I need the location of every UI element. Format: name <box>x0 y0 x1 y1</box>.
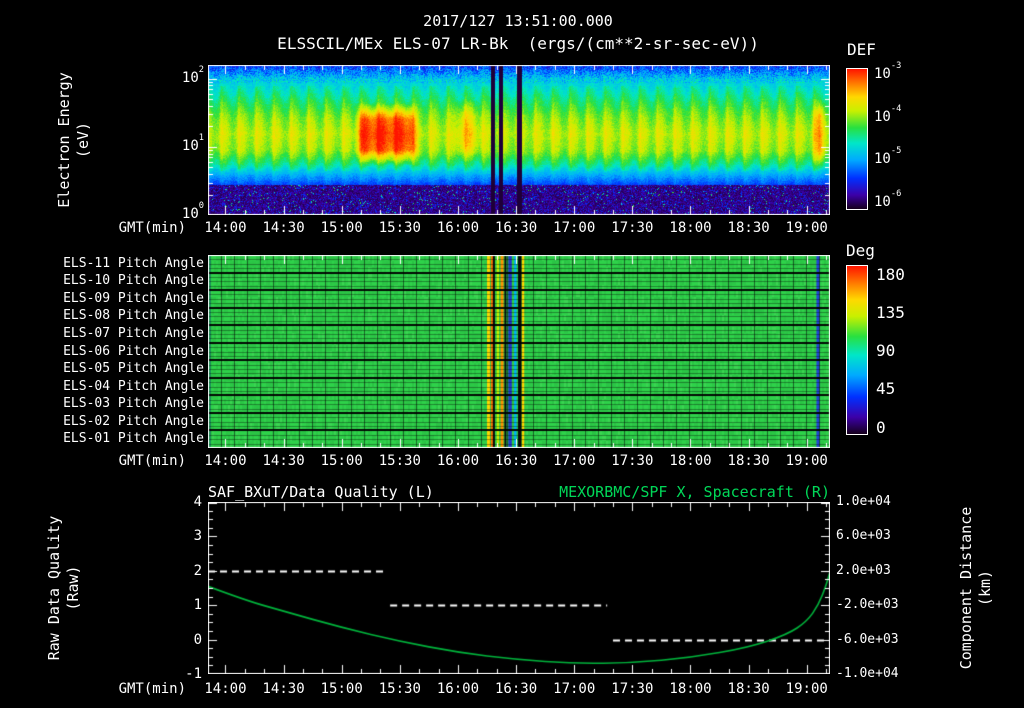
timestamp-title: 2017/127 13:51:00.000 <box>423 12 613 30</box>
time-tick-label: 19:00 <box>785 453 828 469</box>
quality-tick-label: -1 <box>185 666 202 682</box>
energy-tick-label: 100 <box>181 201 204 222</box>
quality-tick-label: 2 <box>193 562 202 579</box>
pitch-row-label: ELS-07 Pitch Angle <box>63 325 204 341</box>
def-scale-label: 10-5 <box>874 146 902 168</box>
time-tick-label: 17:00 <box>553 681 596 697</box>
time-tick-label: 17:00 <box>553 220 596 236</box>
pitch-angle-heatmap <box>208 255 830 448</box>
time-tick-label: 15:00 <box>320 681 363 697</box>
time-tick-label: 16:00 <box>436 681 480 697</box>
time-tick-label: 16:30 <box>495 453 538 469</box>
time-tick-label: 16:00 <box>436 453 480 469</box>
pitch-row-label: ELS-03 Pitch Angle <box>63 396 204 412</box>
def-scale-label: 10-3 <box>874 61 902 83</box>
quality-tick-label: 4 <box>193 494 202 510</box>
quality-tick-label: 1 <box>193 597 202 614</box>
def-colorbar-title: DEF <box>847 40 876 59</box>
time-tick-label: 18:30 <box>727 681 770 697</box>
distance-axis-title-text: Component Distance <box>957 506 975 670</box>
time-tick-label: 14:00 <box>204 453 247 469</box>
def-scale-label-exponent: -5 <box>890 146 902 157</box>
distance-tick-label: -2.0e+03 <box>836 597 899 613</box>
electron-energy-spectrogram <box>208 65 830 215</box>
quality-plot-title: SAF_BXuT/Data Quality (L) <box>208 483 434 501</box>
pitch-row-label: ELS-01 Pitch Angle <box>63 431 204 447</box>
pitch-row-label: ELS-04 Pitch Angle <box>63 378 204 394</box>
pitch-row-label: ELS-10 Pitch Angle <box>63 273 204 289</box>
time-tick-label: 15:30 <box>378 681 421 697</box>
def-scale-label-exponent: -3 <box>890 61 902 72</box>
time-tick-label: 17:00 <box>553 453 596 469</box>
def-scale-label: 10-4 <box>874 103 902 125</box>
pitch-row-label: ELS-05 Pitch Angle <box>63 361 204 377</box>
gmt-axis-caption: GMT(min) <box>118 220 186 236</box>
energy-tick-label: 102 <box>181 64 204 86</box>
time-tick-label: 17:30 <box>611 220 654 236</box>
time-tick-label: 18:00 <box>669 681 712 697</box>
time-tick-label: 18:30 <box>727 220 770 236</box>
energy-tick-label-exponent: 1 <box>198 132 204 143</box>
gmt-axis-caption: GMT(min) <box>118 681 186 697</box>
deg-colorbar <box>846 265 868 435</box>
time-tick-label: 18:00 <box>669 453 712 469</box>
energy-tick-label-exponent: 0 <box>198 201 204 212</box>
tplot-window: 2017/127 13:51:00.000 ELSSCIL/MEx ELS-07… <box>0 0 1024 708</box>
spacecraft-plot-title: MEXORBMC/SPF X, Spacecraft (R) <box>559 483 830 501</box>
time-tick-label: 15:30 <box>378 220 421 236</box>
energy-axis-title-text: Electron Energy <box>55 72 73 208</box>
time-tick-label: 14:00 <box>204 220 247 236</box>
deg-scale-label: 90 <box>876 341 896 360</box>
def-scale-label-exponent: -6 <box>890 188 902 199</box>
time-tick-label: 17:30 <box>611 453 654 469</box>
distance-axis-title-unit: (km) <box>976 569 994 607</box>
quality-axis-title-text: Raw Data Quality <box>45 515 63 661</box>
time-tick-label: 18:00 <box>669 220 712 236</box>
time-tick-label: 15:00 <box>320 453 363 469</box>
quality-distance-plot <box>208 502 830 674</box>
pitch-row-label: ELS-06 Pitch Angle <box>63 343 204 359</box>
time-tick-label: 15:30 <box>378 453 421 469</box>
time-tick-label: 16:30 <box>495 220 538 236</box>
time-tick-label: 19:00 <box>785 220 828 236</box>
time-tick-label: 17:30 <box>611 681 654 697</box>
energy-tick-label-exponent: 2 <box>198 64 204 75</box>
time-tick-label: 14:00 <box>204 681 247 697</box>
deg-scale-label: 0 <box>876 417 886 437</box>
distance-tick-label: -1.0e+04 <box>836 666 899 681</box>
deg-scale-label: 135 <box>876 302 905 322</box>
quality-tick-label: 3 <box>193 528 202 545</box>
time-tick-label: 15:00 <box>320 220 363 236</box>
quality-axis-title-unit: (Raw) <box>64 565 82 611</box>
time-tick-label: 14:30 <box>262 220 305 236</box>
quality-axis-title: Raw Data Quality (Raw) <box>45 516 83 661</box>
plot-title: ELSSCIL/MEx ELS-07 LR-Bk (ergs/(cm**2-sr… <box>277 34 759 53</box>
time-tick-label: 14:30 <box>262 453 305 469</box>
def-scale-label-exponent: -4 <box>890 103 902 114</box>
distance-axis-title: Component Distance (km) <box>957 507 995 670</box>
deg-scale-label: 180 <box>876 264 905 284</box>
deg-scale-label: 45 <box>876 379 896 399</box>
time-tick-label: 16:30 <box>495 681 538 697</box>
distance-tick-label: 6.0e+03 <box>836 528 891 544</box>
pitch-row-label: ELS-11 Pitch Angle <box>63 255 204 271</box>
energy-axis-title-unit: (eV) <box>74 121 92 159</box>
time-tick-label: 14:30 <box>262 681 305 697</box>
time-tick-label: 19:00 <box>785 681 828 697</box>
distance-tick-label: 2.0e+03 <box>836 562 891 578</box>
def-scale-label: 10-6 <box>874 188 902 210</box>
deg-colorbar-title: Deg <box>846 241 875 260</box>
quality-tick-label: 0 <box>193 631 202 648</box>
gmt-axis-caption: GMT(min) <box>118 453 186 469</box>
pitch-row-label: ELS-08 Pitch Angle <box>63 308 204 324</box>
energy-axis-title: Electron Energy (eV) <box>55 72 93 207</box>
pitch-row-label: ELS-02 Pitch Angle <box>63 413 204 429</box>
energy-tick-label: 101 <box>181 132 204 154</box>
def-colorbar <box>846 68 868 210</box>
time-tick-label: 18:30 <box>727 453 770 469</box>
pitch-row-label: ELS-09 Pitch Angle <box>63 290 204 306</box>
distance-tick-label: 1.0e+04 <box>836 494 891 509</box>
time-tick-label: 16:00 <box>436 220 480 236</box>
distance-tick-label: -6.0e+03 <box>836 631 899 647</box>
